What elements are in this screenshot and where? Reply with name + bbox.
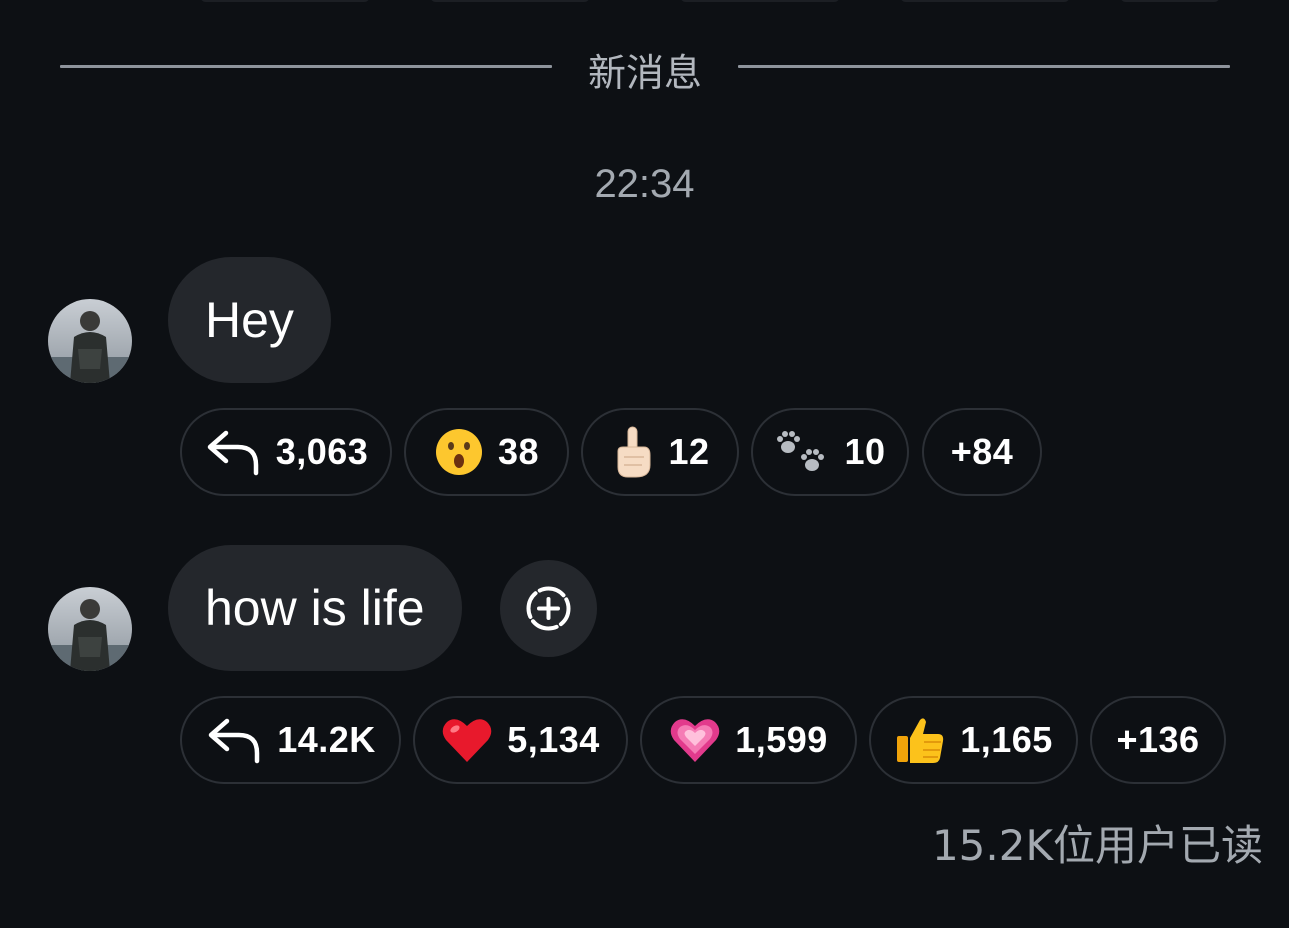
astonished-face-icon — [434, 427, 484, 477]
reply-count-chip[interactable]: 14.2K — [180, 696, 401, 784]
reaction-chip[interactable]: 1,165 — [869, 696, 1078, 784]
message-bubble[interactable]: how is life — [168, 545, 462, 671]
sender-avatar[interactable] — [48, 299, 132, 383]
more-reactions-chip[interactable]: +84 — [922, 408, 1042, 496]
reaction-count: 10 — [844, 431, 886, 472]
add-reaction-icon — [526, 586, 571, 631]
sparkling-pink-heart-icon — [669, 716, 721, 764]
reaction-count: 38 — [497, 431, 540, 472]
reaction-chip[interactable]: 38 — [404, 408, 569, 496]
reply-count: 3,063 — [275, 431, 369, 472]
reaction-chip[interactable]: 12 — [581, 408, 739, 496]
chat-view: 新消息 22:34 Hey 3,063 38 12 10 +84 how is … — [0, 0, 1289, 928]
previous-reaction-chip-stub[interactable] — [680, 0, 840, 2]
more-reactions-count: +136 — [1116, 719, 1200, 760]
avatar-photo-icon — [48, 299, 132, 383]
message-timestamp: 22:34 — [594, 162, 695, 206]
reaction-chip[interactable]: 1,599 — [640, 696, 857, 784]
paw-prints-icon — [774, 427, 830, 477]
reaction-count: 1,599 — [735, 719, 828, 760]
thumbs-up-icon — [894, 714, 946, 766]
add-reaction-button[interactable] — [500, 560, 597, 657]
previous-reaction-chip-stub[interactable] — [200, 0, 370, 2]
new-messages-label: 新消息 — [587, 51, 702, 95]
more-reactions-count: +84 — [950, 431, 1014, 472]
sender-avatar[interactable] — [48, 587, 132, 671]
avatar-photo-icon — [48, 587, 132, 671]
reaction-chip[interactable]: 10 — [751, 408, 909, 496]
reaction-chip[interactable]: 5,134 — [413, 696, 628, 784]
previous-reaction-chip-stub[interactable] — [900, 0, 1070, 2]
divider-line-right — [738, 65, 1230, 68]
previous-reaction-chip-stub[interactable] — [1120, 0, 1220, 2]
reply-count-chip[interactable]: 3,063 — [180, 408, 392, 496]
reaction-count: 12 — [668, 431, 710, 472]
reply-arrow-icon — [204, 427, 262, 477]
pointing-up-finger-icon — [610, 425, 654, 479]
reaction-count: 1,165 — [960, 719, 1053, 760]
red-heart-icon — [441, 716, 493, 764]
message-bubble[interactable]: Hey — [168, 257, 331, 383]
reaction-count: 5,134 — [507, 719, 600, 760]
new-messages-divider: 新消息 — [60, 40, 1230, 95]
divider-line-left — [60, 65, 552, 68]
more-reactions-chip[interactable]: +136 — [1090, 696, 1226, 784]
read-receipt-count[interactable]: 15.2K位用户已读 — [932, 812, 1263, 873]
reply-arrow-icon — [205, 715, 263, 765]
reply-count: 14.2K — [277, 719, 376, 760]
previous-reaction-chip-stub[interactable] — [430, 0, 590, 2]
